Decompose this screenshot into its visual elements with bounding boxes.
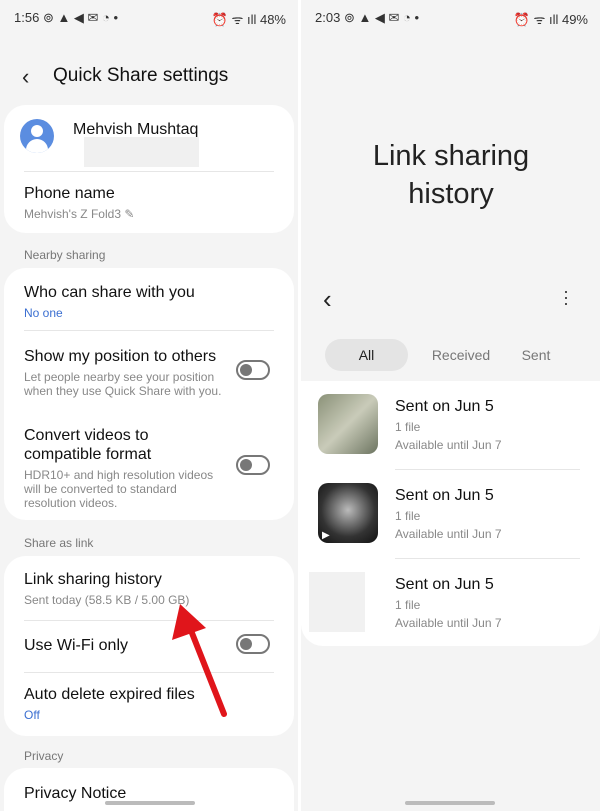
- tab-all[interactable]: All: [325, 339, 408, 371]
- tab-received[interactable]: Received: [411, 339, 511, 371]
- item-expiry: Available until Jun 7: [395, 438, 502, 452]
- back-button[interactable]: ‹: [323, 284, 332, 315]
- status-time: 2:03: [315, 10, 341, 25]
- list-item[interactable]: Sent on Jun 5 1 file Available until Jun 7: [301, 381, 600, 470]
- link-sharing-history-screen: 2:03 ⊚ ▲ ◀ ✉ ◔ • ⏰ ᯤ ıll 49% Link sharin…: [301, 0, 600, 811]
- item-count: 1 file: [395, 598, 421, 612]
- home-indicator[interactable]: [405, 801, 495, 805]
- file-thumbnail: [309, 572, 365, 632]
- item-count: 1 file: [395, 509, 421, 523]
- system-status-icons: ⏰ ᯤ ıll 49%: [513, 12, 588, 27]
- annotation-arrow-icon: [172, 604, 227, 717]
- history-list: Sent on Jun 5 1 file Available until Jun 7…: [301, 381, 600, 646]
- item-expiry: Available until Jun 7: [395, 616, 502, 630]
- list-item[interactable]: Sent on Jun 5 1 file Available until Jun 7: [301, 559, 600, 648]
- video-thumbnail: ▶: [318, 483, 378, 543]
- status-bar: 2:03 ⊚ ▲ ◀ ✉ ◔ • ⏰ ᯤ ıll 49%: [315, 10, 588, 28]
- home-indicator[interactable]: [105, 801, 195, 805]
- list-item[interactable]: ▶ Sent on Jun 5 1 file Available until Jun…: [301, 470, 600, 559]
- page-title: Link sharing history: [372, 140, 530, 210]
- play-icon: ▶: [322, 530, 330, 541]
- file-thumbnail: [318, 394, 378, 454]
- tab-sent[interactable]: Sent: [506, 339, 566, 371]
- quick-share-settings-screen: 1:56 ⊚ ▲ ◀ ✉ ◔ • ⏰ ᯤ ıll 48% ‹ Quick Sha…: [0, 0, 298, 811]
- item-expiry: Available until Jun 7: [395, 527, 502, 541]
- item-title: Sent on Jun 5: [395, 576, 494, 593]
- notification-icons: ⊚ ▲ ◀ ✉ ◔ •: [343, 10, 420, 25]
- more-options-icon[interactable]: · · ·: [563, 282, 569, 312]
- item-title: Sent on Jun 5: [395, 487, 494, 504]
- item-title: Sent on Jun 5: [395, 398, 494, 415]
- item-count: 1 file: [395, 420, 421, 434]
